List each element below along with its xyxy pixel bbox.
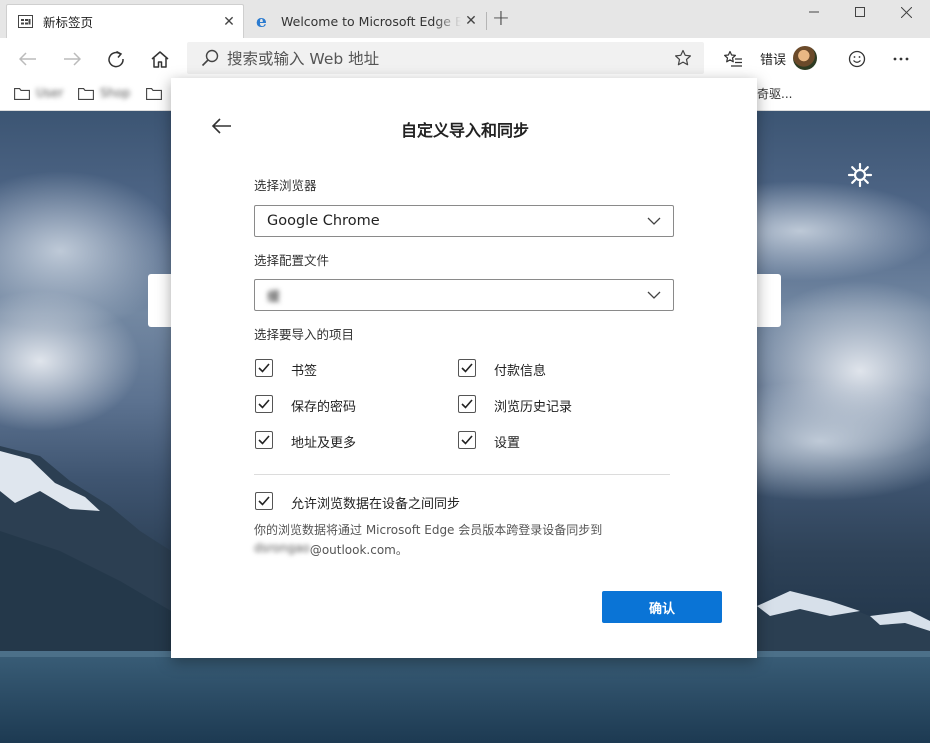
favorites-folder-user[interactable]: User	[14, 84, 63, 102]
close-tab-icon[interactable]: ✕	[461, 13, 481, 29]
settings-label: 设置	[494, 436, 521, 451]
checkmark-icon	[461, 399, 473, 409]
close-tab-icon[interactable]: ✕	[219, 14, 239, 30]
minimize-icon	[809, 11, 819, 13]
payment-info-checkbox[interactable]	[458, 359, 476, 377]
items-label: 选择要导入的项目	[254, 327, 355, 342]
home-icon	[151, 50, 169, 68]
bookmarks-checkbox[interactable]	[255, 359, 273, 377]
chevron-down-icon	[647, 217, 661, 225]
saved-passwords-checkbox[interactable]	[255, 395, 273, 413]
settings-more-button[interactable]	[886, 44, 916, 74]
profile-select-value: 缓	[267, 289, 281, 305]
tab-title: Welcome to Microsoft Edge Beta	[281, 13, 461, 29]
maximize-icon	[855, 7, 865, 17]
close-window-button[interactable]	[883, 0, 929, 24]
sync-account-user: dsrongao	[254, 541, 310, 555]
feedback-button[interactable]	[842, 44, 872, 74]
addresses-checkbox[interactable]	[255, 431, 273, 449]
addresses-label: 地址及更多	[291, 436, 357, 451]
confirm-button[interactable]: 确认	[602, 591, 722, 623]
profile-button[interactable]: 错误	[760, 42, 818, 74]
tab-welcome[interactable]: e Welcome to Microsoft Edge Beta ✕	[245, 4, 485, 38]
browsing-history-label: 浏览历史记录	[494, 400, 573, 415]
minimize-button[interactable]	[791, 0, 837, 24]
sync-checkbox[interactable]	[255, 492, 273, 510]
sync-label: 允许浏览数据在设备之间同步	[291, 497, 461, 512]
sync-account: dsrongao @outlook.com。	[254, 541, 408, 558]
forward-button[interactable]	[57, 44, 87, 74]
refresh-icon	[108, 50, 124, 68]
browsing-history-checkbox[interactable]	[458, 395, 476, 413]
star-icon[interactable]	[674, 49, 692, 67]
checkmark-icon	[258, 399, 270, 409]
folder-icon	[14, 87, 30, 100]
bookmarks-label: 书签	[291, 364, 318, 379]
payment-info-label: 付款信息	[494, 364, 547, 379]
profile-select-label: 选择配置文件	[254, 253, 330, 268]
favorites-folder-label: User	[36, 86, 64, 100]
checkmark-icon	[258, 363, 270, 373]
saved-passwords-label: 保存的密码	[291, 400, 357, 415]
browser-select-value: Google Chrome	[267, 213, 380, 229]
tab-new-tab[interactable]: 新标签页 ✕	[6, 4, 244, 38]
edge-beta-icon: e	[255, 13, 271, 29]
folder-icon	[146, 87, 162, 100]
profile-select[interactable]: 缓	[254, 279, 674, 311]
search-icon	[201, 49, 219, 67]
maximize-button[interactable]	[837, 0, 883, 24]
checkmark-icon	[461, 363, 473, 373]
refresh-button[interactable]	[101, 44, 131, 74]
tab-separator	[486, 12, 487, 30]
address-bar[interactable]: 搜索或输入 Web 地址	[187, 42, 704, 74]
close-icon	[900, 6, 912, 18]
new-tab-button[interactable]: +	[490, 8, 512, 32]
smiley-icon	[848, 50, 866, 68]
home-button[interactable]	[145, 44, 175, 74]
favorites-folder-label: Shop	[100, 86, 131, 100]
favorites-overflow-item[interactable]: 奇驱...	[757, 84, 792, 102]
settings-gear-icon[interactable]	[845, 160, 875, 190]
favorites-folder-3[interactable]	[146, 84, 162, 102]
settings-checkbox[interactable]	[458, 431, 476, 449]
favorites-star-list-icon	[724, 50, 742, 67]
chevron-down-icon	[647, 291, 661, 299]
favorites-button[interactable]	[718, 44, 748, 74]
folder-icon	[78, 87, 94, 100]
favorites-folder-shop[interactable]: Shop	[78, 84, 130, 102]
tab-title: 新标签页	[43, 15, 94, 30]
checkmark-icon	[258, 496, 270, 506]
profile-error-label: 错误	[760, 52, 787, 68]
arrow-right-icon	[64, 52, 81, 66]
new-tab-page-icon	[17, 14, 33, 30]
checkmark-icon	[258, 435, 270, 445]
divider	[254, 474, 670, 475]
address-placeholder: 搜索或输入 Web 地址	[227, 50, 380, 68]
browser-select[interactable]: Google Chrome	[254, 205, 674, 237]
more-dots-icon	[893, 57, 909, 61]
arrow-left-icon	[19, 52, 36, 66]
sync-account-domain: @outlook.com。	[309, 543, 408, 557]
avatar	[793, 46, 818, 70]
back-button[interactable]	[13, 44, 43, 74]
svg-text:e: e	[256, 13, 267, 29]
browser-select-label: 选择浏览器	[254, 178, 317, 193]
sync-note: 你的浏览数据将通过 Microsoft Edge 会员版本跨登录设备同步到	[254, 523, 603, 537]
dialog-title: 自定义导入和同步	[400, 121, 529, 140]
checkmark-icon	[461, 435, 473, 445]
